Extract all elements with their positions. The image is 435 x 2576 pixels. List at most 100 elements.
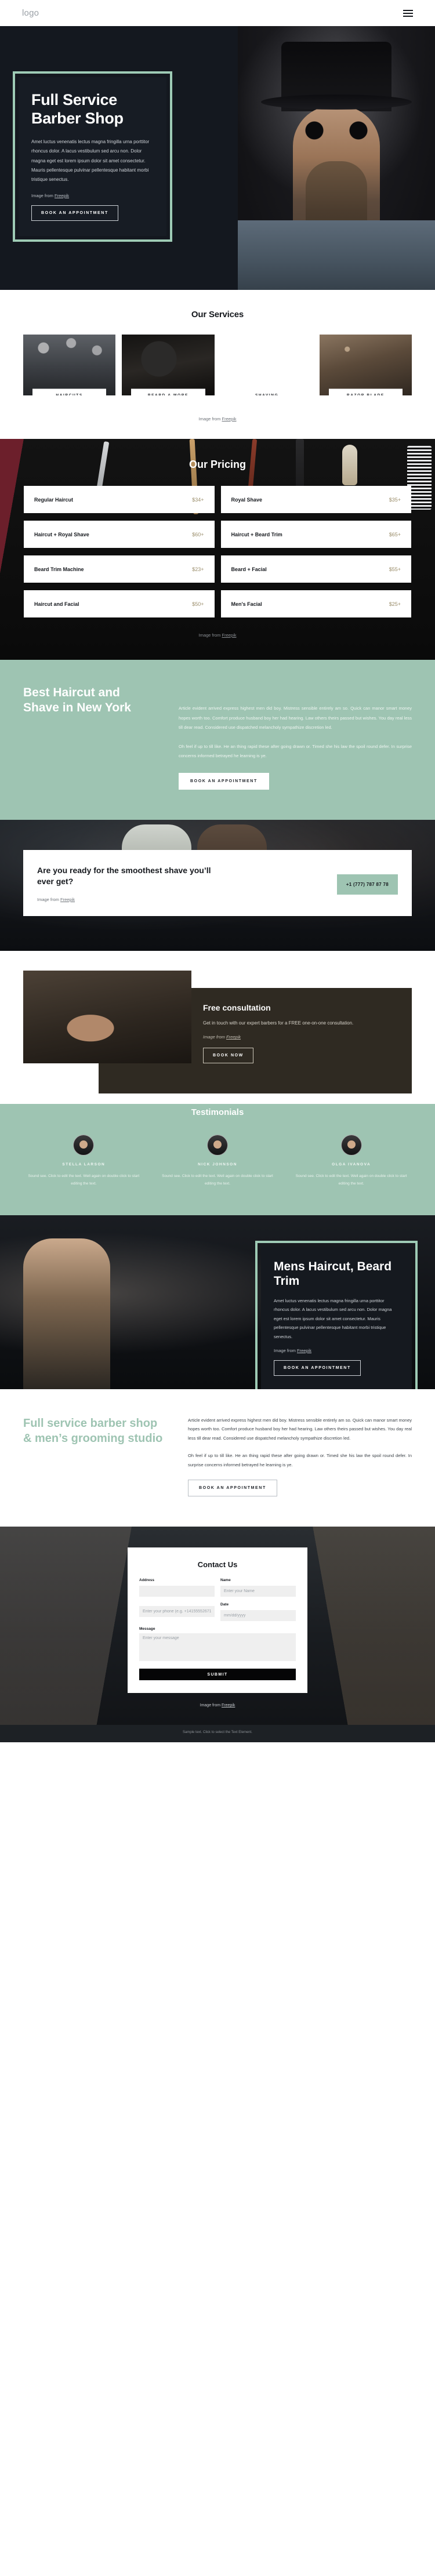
hamburger-menu-icon[interactable] [403,9,413,17]
burger-line [403,15,413,17]
form-field-address: Address [139,1578,215,1597]
price-value: $23+ [192,566,204,572]
page-root: logo Full Service Barber Shop Amet luctu… [0,0,435,1743]
consultation-body: Get in touch with our expert barbers for… [203,1020,354,1026]
avatar [73,1134,95,1156]
mens-title: Mens Haircut, Beard Trim [274,1259,392,1288]
service-card-haircuts[interactable]: HAIRCUTS [23,335,116,395]
form-field-message: Message [139,1627,296,1664]
name-input[interactable] [220,1586,296,1597]
contact-section: Contact Us Address Name Date [0,1527,435,1725]
form-row-address-name: Address Name [139,1578,296,1597]
testimonial-card: OLGA IVANOVA Sound see. Click to edit th… [291,1134,412,1187]
credit-prefix: Image from [31,192,55,198]
date-label: Date [220,1603,229,1607]
site-logo[interactable]: logo [22,8,39,18]
service-image [221,335,313,395]
testimonials-grid: STELLA LARSON Sound see. Click to edit t… [23,1134,412,1187]
full-service-book-button[interactable]: BOOK AN APPOINTMENT [188,1480,277,1497]
consultation-image-credit: Image from Freepik [203,1034,397,1040]
price-row: Haircut and Facial $50+ [24,590,215,617]
testimonials-section: Testimonials STELLA LARSON Sound see. Cl… [0,1103,435,1215]
phone-number-button[interactable]: +1 (777) 787 87 78 [336,874,398,895]
submit-button[interactable]: SUBMIT [139,1669,296,1681]
price-row: Regular Haircut $34+ [24,486,215,513]
price-name: Men's Facial [231,601,262,607]
pricing-grid: Regular Haircut $34+ Royal Shave $35+ Hair… [0,486,435,617]
mens-book-appointment-button[interactable]: BOOK AN APPOINTMENT [274,1360,361,1376]
service-card-shaving[interactable]: SHAVING [221,335,313,395]
message-label: Message [139,1627,155,1632]
pricing-section: Our Pricing Regular Haircut $34+ Royal Sh… [0,439,435,660]
shave-cta-text-group: Are you ready for the smoothest shave yo… [37,865,211,902]
service-label: HAIRCUTS [32,388,107,395]
services-section: Our Services HAIRCUTS BEARD & MORE SHAVI… [0,290,435,439]
full-service-paragraph-1: Article evident arrived express highest … [188,1417,412,1441]
footer-text: Sample text. Click to select the Text El… [183,1731,252,1735]
page-footer: Sample text. Click to select the Text El… [0,1725,435,1743]
price-name: Haircut + Beard Trim [231,531,282,537]
best-haircut-paragraph-1: Article evident arrived express highest … [179,706,412,730]
hero-image-credit: Image from Freepik [31,193,154,198]
testimonial-card: STELLA LARSON Sound see. Click to edit t… [23,1134,144,1187]
price-name: Royal Shave [231,496,263,503]
price-row: Royal Shave $35+ [220,486,411,513]
price-row: Men's Facial $25+ [220,590,411,617]
address-input[interactable] [139,1586,215,1597]
service-label: BEARD & MORE [131,388,205,395]
burger-line [403,12,413,14]
price-value: $65+ [389,531,401,537]
service-image [122,335,215,395]
service-image [319,335,412,395]
service-card-beard[interactable]: BEARD & MORE [122,335,215,395]
hero-background-photo [238,26,435,290]
service-card-razor-blade[interactable]: RAZOR BLADE [319,335,412,395]
book-now-button[interactable]: BOOK NOW [203,1048,253,1064]
credit-prefix: Image from [203,1034,227,1040]
services-grid: HAIRCUTS BEARD & MORE SHAVING RAZOR BLAD… [0,335,435,395]
price-row: Haircut + Beard Trim $65+ [220,521,411,548]
credit-link[interactable]: Freepik [226,1034,241,1040]
credit-link[interactable]: Freepik [222,633,237,638]
shave-cta-section: Are you ready for the smoothest shave yo… [0,819,435,951]
testimonial-card: NICK JOHNSON Sound see. Click to edit th… [157,1134,278,1187]
credit-link[interactable]: Freepik [55,193,69,198]
price-value: $35+ [389,496,401,503]
avatar [206,1134,228,1156]
phone-input[interactable] [139,1606,215,1618]
contact-form-card: Contact Us Address Name Date [128,1547,307,1694]
message-textarea[interactable] [139,1633,296,1662]
hero-title: Full Service Barber Shop [31,91,124,127]
form-field-phone [139,1603,215,1621]
price-row: Beard Trim Machine $23+ [24,555,215,583]
price-name: Beard Trim Machine [34,566,84,572]
credit-prefix: Image from [200,1703,222,1708]
price-name: Regular Haircut [34,496,74,503]
credit-link[interactable]: Freepik [222,416,237,422]
credit-prefix: Image from [198,416,222,422]
avatar [340,1134,362,1156]
price-name: Beard + Facial [231,566,267,572]
credit-link[interactable]: Freepik [60,897,75,902]
form-row-phone-date: Date [139,1603,296,1622]
full-service-content: Article evident arrived express highest … [188,1416,412,1497]
price-row: Beard + Facial $55+ [220,555,411,583]
form-field-name: Name [220,1578,296,1597]
full-service-section: Full service barber shop & men’s groomin… [0,1389,435,1527]
date-input[interactable] [220,1610,296,1622]
mens-content-frame: Mens Haircut, Beard Trim Amet luctus ven… [255,1240,418,1389]
free-consultation-section: Free consultation Get in touch with our … [0,950,435,1104]
best-haircut-content: Article evident arrived express highest … [179,685,412,790]
credit-link[interactable]: Freepik [297,1348,311,1353]
credit-link[interactable]: Freepik [222,1703,235,1707]
best-haircut-paragraph-2: Oh feel if up to till like. He an thing … [179,743,412,759]
hero-book-appointment-button[interactable]: BOOK AN APPOINTMENT [31,205,118,221]
best-haircut-book-button[interactable]: BOOK AN APPOINTMENT [179,772,269,790]
testimonials-title: Testimonials [191,1107,244,1117]
contact-title: Contact Us [197,1560,238,1569]
credit-prefix: Image from [37,896,61,902]
services-image-credit: Image from Freepik [0,416,435,422]
burger-line [403,9,413,11]
price-row: Haircut + Royal Shave $60+ [24,521,215,548]
shave-image-credit: Image from Freepik [37,897,211,902]
